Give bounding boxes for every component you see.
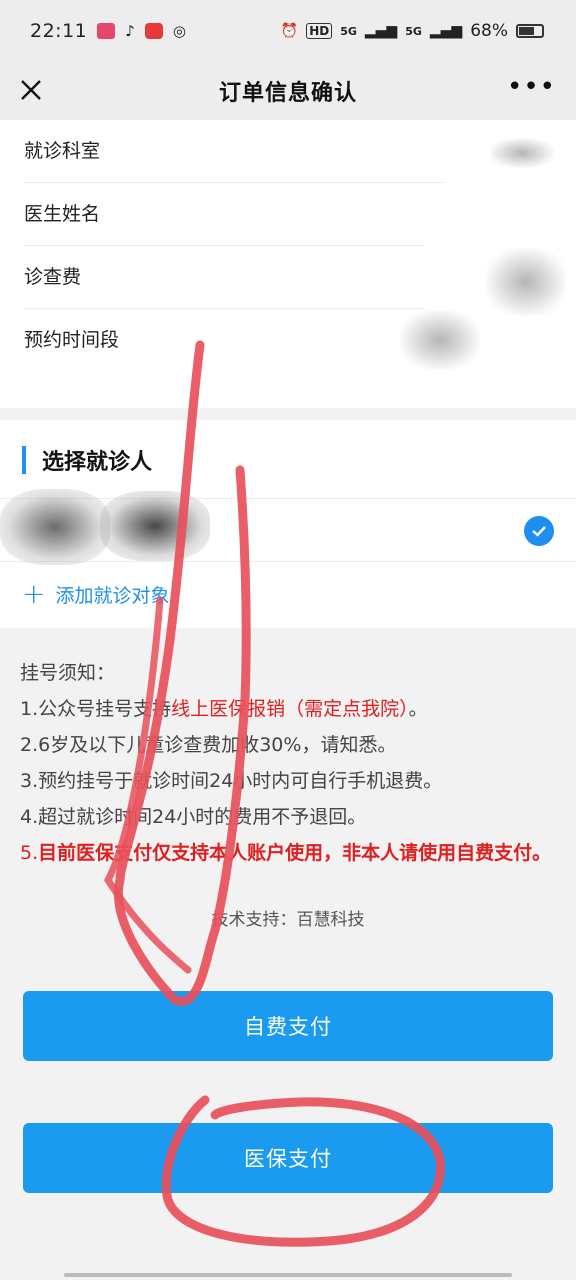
order-info-card: 就诊科室 医生姓名 诊查费 预约时间段 bbox=[0, 120, 576, 408]
close-icon[interactable] bbox=[14, 71, 54, 111]
music-app-icon: ◎ bbox=[172, 22, 186, 40]
nav-header: 订单信息确认 ••• bbox=[0, 62, 576, 120]
notice-item-2: 2.6岁及以下儿童诊查费加收30%，请知悉。 bbox=[20, 734, 397, 756]
patient-row[interactable] bbox=[0, 489, 576, 565]
info-row-fee: 诊查费 bbox=[24, 246, 424, 309]
battery-icon bbox=[516, 24, 544, 38]
insurance-pay-button[interactable]: 医保支付 bbox=[23, 1123, 553, 1193]
status-right: ⏰ HD 5G ▂▄▆ 5G ▂▄▆ 68% bbox=[281, 21, 544, 41]
app-notification-icon-2 bbox=[144, 23, 163, 39]
hd-icon: HD bbox=[306, 23, 333, 39]
plus-icon: + bbox=[22, 577, 46, 610]
signal-icon-1: ▂▄▆ bbox=[364, 23, 398, 39]
info-label: 预约时间段 bbox=[24, 329, 120, 351]
check-icon bbox=[532, 526, 546, 537]
add-patient-button[interactable]: + 添加就诊对象 bbox=[22, 580, 169, 608]
tiktok-icon: ♪ bbox=[125, 22, 135, 40]
notice-item-1-suffix: 。 bbox=[408, 698, 428, 720]
notice-item-1-prefix: 1.公众号挂号支持 bbox=[20, 698, 172, 720]
redacted-patient-id bbox=[100, 491, 210, 561]
redacted-patient-name bbox=[0, 489, 110, 565]
notice-item-5-highlight: 目前医保支付仅支持本人账户使用，非本人请使用自费支付。 bbox=[38, 842, 552, 864]
redacted-value-department bbox=[490, 138, 554, 168]
notice-item-3: 3.预约挂号于就诊时间24小时内可自行手机退费。 bbox=[20, 770, 443, 792]
notice-item-5-prefix: 5. bbox=[20, 842, 39, 864]
notice-item-5: 5.目前医保支付仅支持本人账户使用，非本人请使用自费支付。 bbox=[20, 835, 560, 871]
network-label-1: 5G bbox=[340, 24, 357, 38]
status-left: 22:11 ♪ ◎ bbox=[30, 20, 186, 42]
page-title: 订单信息确认 bbox=[218, 81, 357, 106]
info-row-doctor: 医生姓名 bbox=[24, 183, 424, 246]
info-row-department: 就诊科室 bbox=[24, 120, 444, 183]
status-time: 22:11 bbox=[30, 20, 88, 42]
signal-icon-2: ▂▄▆ bbox=[429, 23, 463, 39]
home-indicator[interactable] bbox=[64, 1273, 512, 1277]
info-label: 医生姓名 bbox=[24, 203, 101, 225]
redacted-value-timeslot bbox=[400, 310, 480, 370]
app-notification-icon bbox=[97, 23, 116, 39]
patient-selection-card: 选择就诊人 + 添加就诊对象 bbox=[0, 420, 576, 628]
notice-item-4: 4.超过就诊时间24小时的费用不予退回。 bbox=[20, 806, 367, 828]
status-bar: 22:11 ♪ ◎ ⏰ HD 5G ▂▄▆ 5G ▂▄▆ 68% bbox=[0, 0, 576, 62]
network-label-2: 5G bbox=[405, 24, 422, 38]
info-label: 就诊科室 bbox=[24, 140, 101, 162]
section-title: 选择就诊人 bbox=[42, 450, 153, 475]
add-patient-label: 添加就诊对象 bbox=[55, 584, 170, 607]
info-label: 诊查费 bbox=[24, 266, 82, 288]
notice-item-1: 1.公众号挂号支持线上医保报销（需定点我院）。 bbox=[20, 691, 560, 727]
battery-percent: 68% bbox=[470, 21, 508, 41]
self-pay-button[interactable]: 自费支付 bbox=[23, 991, 553, 1061]
section-accent-bar bbox=[22, 446, 26, 474]
more-icon[interactable]: ••• bbox=[507, 72, 556, 102]
notice-title: 挂号须知： bbox=[20, 662, 116, 684]
tech-support-text: 技术支持：百慧科技 bbox=[211, 910, 365, 930]
registration-notice: 挂号须知： 1.公众号挂号支持线上医保报销（需定点我院）。 2.6岁及以下儿童诊… bbox=[20, 655, 560, 871]
redacted-value-fee bbox=[486, 248, 566, 316]
notice-item-1-highlight: 线上医保报销（需定点我院） bbox=[171, 698, 409, 720]
info-row-timeslot: 预约时间段 bbox=[24, 309, 424, 372]
alarm-icon: ⏰ bbox=[280, 23, 299, 39]
selected-check-icon[interactable] bbox=[524, 516, 554, 546]
